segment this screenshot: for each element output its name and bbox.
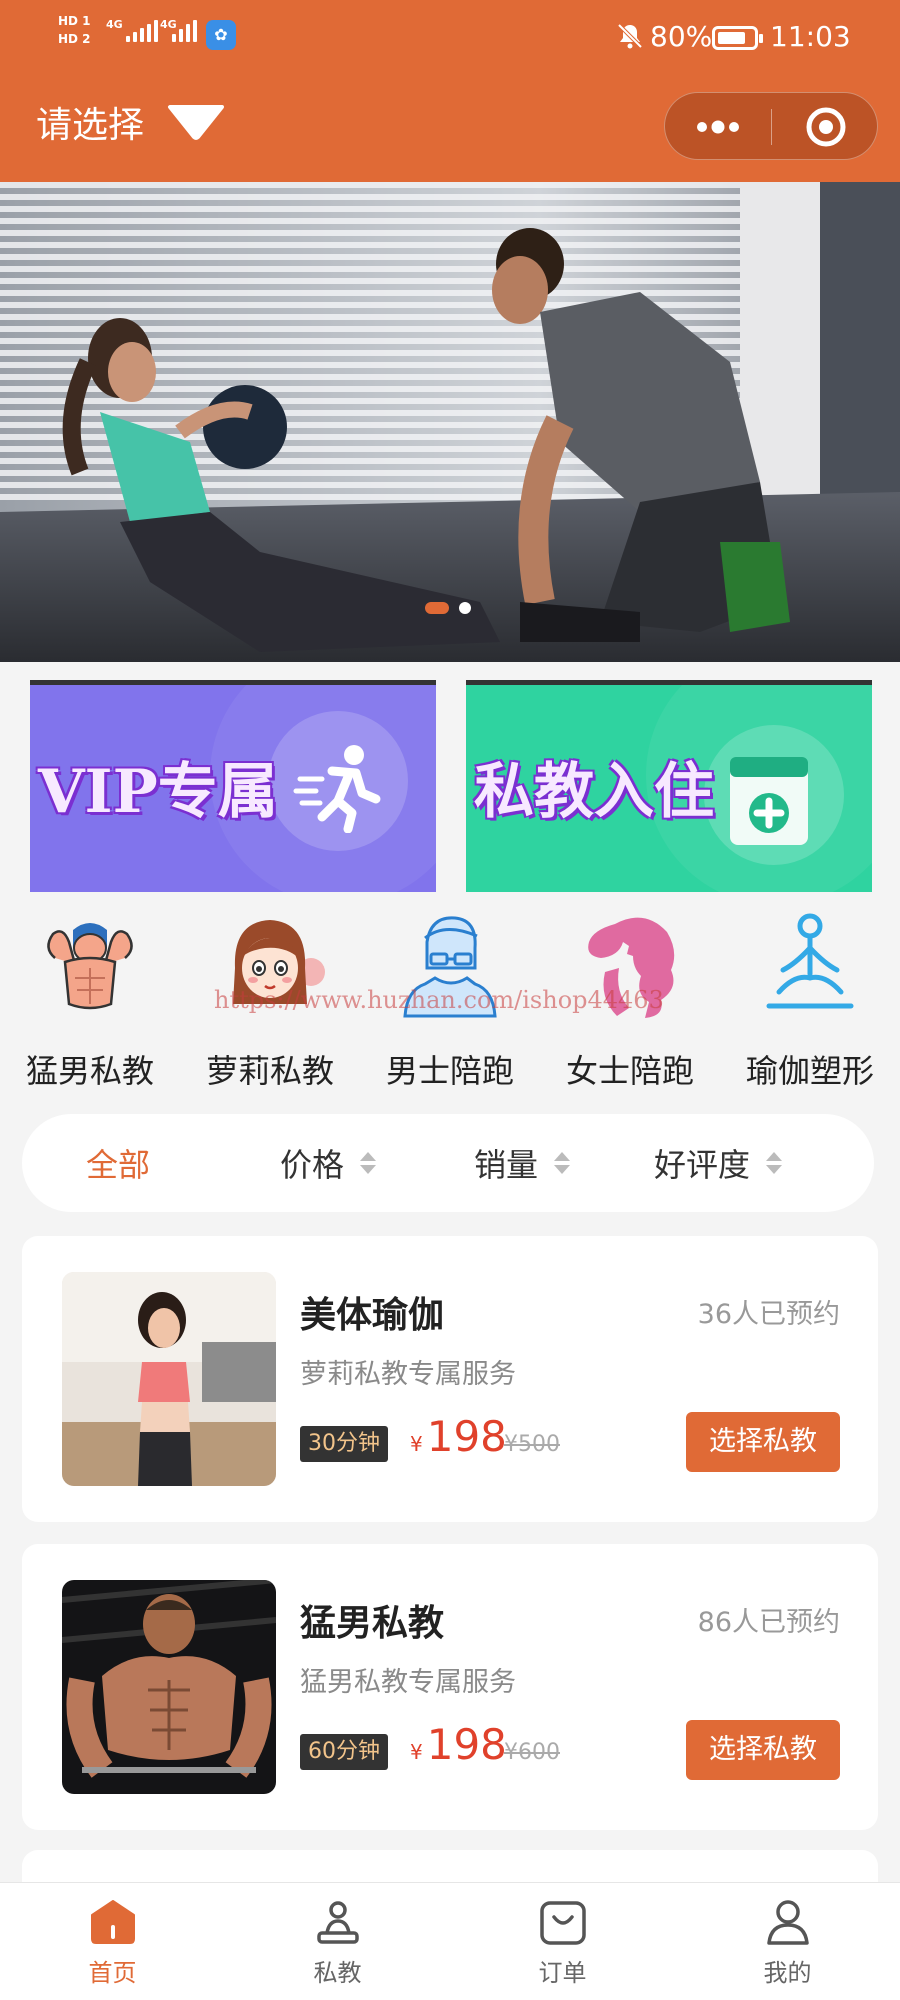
banner-dot-1[interactable] (425, 602, 449, 614)
bell-muted-icon (617, 23, 643, 49)
sort-bar: 全部 价格 销量 好评度 (22, 1114, 874, 1212)
category-muscle-coach[interactable]: 猛男私教 (0, 900, 180, 1100)
product-card[interactable]: 猛男私教 86人已预约 猛男私教专属服务 60分钟 ¥ 198 ¥600 选择私… (22, 1544, 878, 1830)
choose-coach-button[interactable]: 选择私教 (686, 1720, 840, 1780)
sort-arrows-icon (766, 1152, 783, 1174)
category-label: 女士陪跑 (565, 1052, 694, 1090)
status-bar: HD 1 HD 2 4G 4G ✿ 80% 11:03 (0, 0, 900, 76)
mini-program-capsule (664, 92, 878, 160)
currency-symbol: ¥ (410, 1740, 423, 1764)
clock: 11:03 (770, 20, 851, 53)
tab-label: 订单 (538, 1959, 587, 1987)
category-yoga[interactable]: 瑜伽塑形 (720, 900, 900, 1100)
sort-label: 销量 (474, 1146, 539, 1184)
vip-promo-card[interactable]: VIP专属 (30, 680, 436, 892)
battery-percent: 80% (650, 20, 713, 53)
hero-banner[interactable] (0, 182, 900, 662)
watermark-text: https://www.huzhan.com/ishop44463 (214, 986, 664, 1014)
target-icon (806, 107, 845, 147)
coach-promo-card[interactable]: 私教入住 (466, 680, 872, 892)
price: ¥ 198 (410, 1412, 507, 1461)
product-name: 美体瑜伽 (300, 1295, 445, 1336)
tab-home[interactable]: 首页 (0, 1883, 225, 2000)
signal-icon (126, 20, 158, 42)
category-label: 男士陪跑 (385, 1052, 514, 1090)
tab-mine[interactable]: 我的 (675, 1883, 900, 2000)
close-target-button[interactable] (772, 93, 879, 161)
vip-promo-title: VIP专属 (38, 757, 278, 827)
sim2-label: HD 2 (58, 32, 91, 46)
category-label: 萝莉私教 (205, 1052, 334, 1090)
duration-badge: 60分钟 (300, 1734, 388, 1770)
network-label-1: 4G (106, 18, 123, 31)
bottom-tab-bar: 首页 私教 订单 我的 (0, 1882, 900, 2000)
tab-label: 私教 (313, 1959, 362, 1987)
product-description: 萝莉私教专属服务 (300, 1359, 516, 1390)
muscle-man-icon (47, 923, 133, 1010)
top-bar: HD 1 HD 2 4G 4G ✿ 80% 11:03 请选择 (0, 0, 900, 182)
sort-label: 好评度 (654, 1146, 751, 1184)
order-bag-icon (540, 1901, 586, 1945)
app-badge-icon: ✿ (206, 20, 236, 50)
sim-indicator: HD 1 HD 2 (58, 14, 91, 46)
signal-icon-2 (172, 20, 197, 42)
sim1-label: HD 1 (58, 14, 91, 28)
triangle-down-icon (168, 105, 225, 140)
duration-badge: 30分钟 (300, 1426, 388, 1462)
price-value: 198 (426, 1720, 507, 1769)
tab-coach[interactable]: 私教 (225, 1883, 450, 2000)
price-value: 198 (426, 1412, 507, 1461)
product-thumbnail (62, 1580, 276, 1794)
original-price: ¥500 (504, 1432, 560, 1457)
choose-coach-button[interactable]: 选择私教 (686, 1412, 840, 1472)
sort-arrows-icon (554, 1152, 571, 1174)
category-label: 猛男私教 (25, 1052, 154, 1090)
sort-label: 全部 (86, 1146, 151, 1184)
tab-label: 我的 (763, 1959, 812, 1987)
original-price: ¥600 (504, 1740, 560, 1765)
medkit-icon (730, 757, 808, 845)
user-icon (767, 1900, 809, 1945)
tab-label: 首页 (88, 1959, 137, 1987)
sort-all[interactable]: 全部 (86, 1114, 150, 1212)
product-description: 猛男私教专属服务 (300, 1667, 516, 1698)
picker-label: 请选择 (36, 105, 145, 146)
battery-icon (712, 26, 763, 50)
location-picker[interactable]: 请选择 (36, 96, 226, 148)
product-card[interactable]: 美体瑜伽 36人已预约 萝莉私教专属服务 30分钟 ¥ 198 ¥500 选择私… (22, 1236, 878, 1522)
more-button[interactable] (665, 93, 771, 161)
booked-count: 86人已预约 (697, 1607, 840, 1638)
sort-sales[interactable]: 销量 (474, 1114, 571, 1212)
booked-count: 36人已预约 (697, 1299, 840, 1330)
sort-label: 价格 (280, 1146, 345, 1184)
banner-indicator (425, 602, 471, 614)
category-label: 瑜伽塑形 (745, 1052, 874, 1090)
coach-promo-title: 私教入住 (474, 757, 714, 827)
product-thumbnail (62, 1272, 276, 1486)
price: ¥ 198 (410, 1720, 507, 1769)
coach-icon (317, 1901, 359, 1944)
banner-image (0, 182, 900, 662)
more-dots-icon (697, 120, 739, 134)
banner-dot-2[interactable] (459, 602, 471, 614)
home-icon (91, 1900, 135, 1944)
product-name: 猛男私教 (300, 1603, 445, 1644)
tab-orders[interactable]: 订单 (450, 1883, 675, 2000)
sort-price[interactable]: 价格 (280, 1114, 377, 1212)
sort-arrows-icon (360, 1152, 377, 1174)
runner-icon (293, 745, 381, 833)
yoga-icon (766, 913, 854, 1009)
sort-rating[interactable]: 好评度 (654, 1114, 783, 1212)
currency-symbol: ¥ (410, 1432, 423, 1456)
